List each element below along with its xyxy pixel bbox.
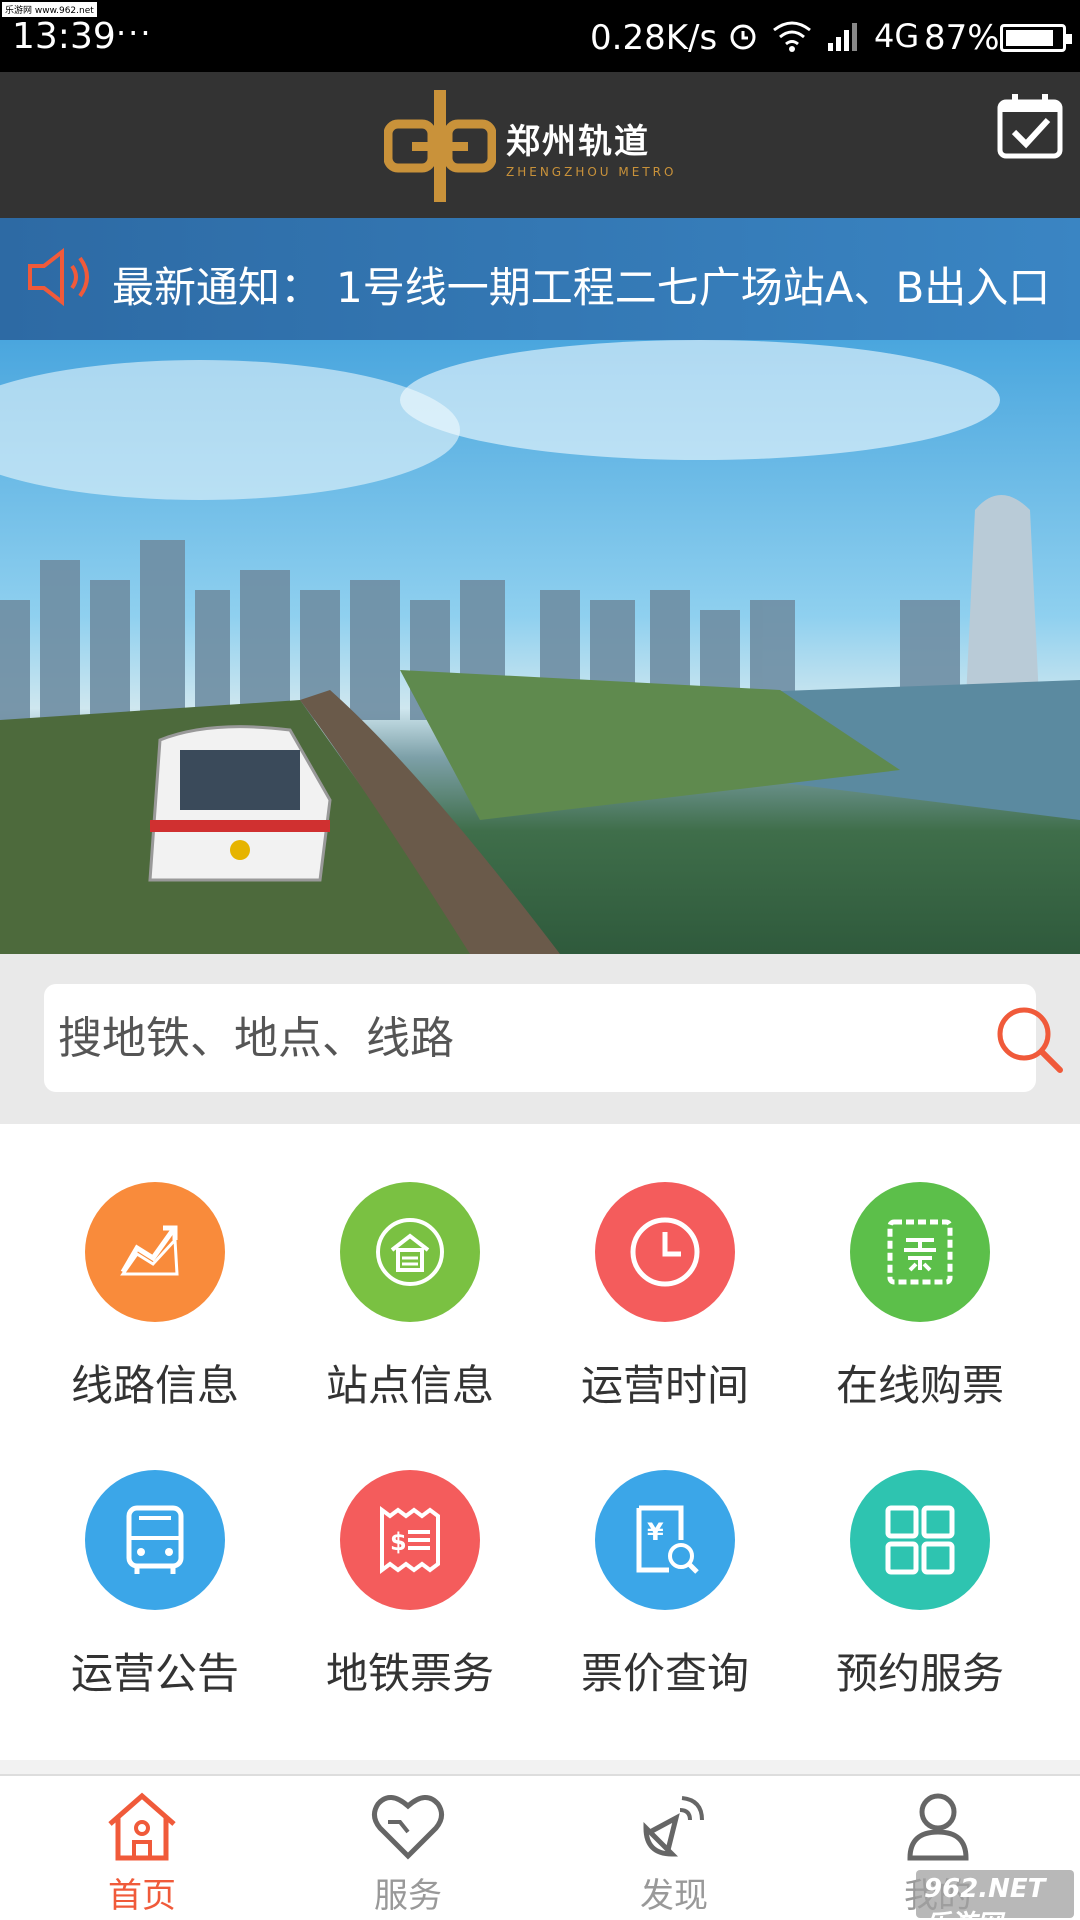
grid-item-label: 票价查询 — [580, 1649, 749, 1698]
grid-item-circle: ¥ — [595, 1470, 735, 1610]
notice-bar[interactable]: 最新通知： 1号线一期工程二七广场站A、B出入口 — [0, 218, 1080, 340]
grid-item-buy-ticket[interactable]: 在线购票 — [795, 1182, 1045, 1442]
search-box[interactable] — [44, 984, 1063, 1092]
speaker-icon — [28, 247, 89, 307]
satellite-icon — [643, 1796, 704, 1857]
search-input[interactable] — [58, 1002, 938, 1074]
nav-label: 服务 — [374, 1876, 442, 1916]
status-bar: 乐游网 www.962.net 13:39 ··· 0.28K/s 4G 87% — [0, 0, 1080, 72]
network-speed: 0.28K/s — [590, 18, 718, 58]
grid-item-line-info[interactable]: 线路信息 — [30, 1182, 280, 1442]
price-search-icon: ¥ — [636, 1505, 699, 1574]
svg-text:¥: ¥ — [647, 1518, 664, 1546]
grid-item-circle — [85, 1182, 225, 1322]
grid-item-fare-query[interactable]: ¥ 票价查询 — [540, 1470, 790, 1730]
grid-item-circle — [850, 1470, 990, 1610]
battery-percent: 87% — [924, 18, 1000, 58]
battery-icon — [1000, 24, 1072, 52]
nav-item-discover[interactable]: 发现 — [574, 1782, 774, 1920]
grid-item-label: 运营时间 — [580, 1361, 749, 1410]
grid-item-label: 运营公告 — [70, 1649, 239, 1698]
bus-icon — [126, 1505, 184, 1574]
grid-item-circle: $ — [340, 1470, 480, 1610]
heart-icon — [372, 1795, 444, 1860]
calendar-check-icon[interactable] — [996, 92, 1064, 160]
search-area — [0, 954, 1080, 1124]
search-icon[interactable] — [994, 1004, 1064, 1074]
banner-illustration — [0, 340, 1080, 954]
grid-item-operating-hours[interactable]: 运营时间 — [540, 1182, 790, 1442]
grid-item-announcements[interactable]: 运营公告 — [30, 1470, 280, 1730]
line-chart-icon — [120, 1225, 179, 1276]
receipt-icon: $ — [380, 1506, 440, 1574]
nav-label: 发现 — [640, 1876, 708, 1916]
metro-logo-icon — [384, 90, 496, 202]
grid-item-label: 站点信息 — [325, 1361, 494, 1410]
notice-label: 最新通知： — [112, 263, 323, 312]
grid-apps-icon — [885, 1505, 955, 1575]
watermark-bottom: 962.NET 乐游网 — [916, 1870, 1074, 1920]
hero-banner[interactable] — [0, 340, 1080, 954]
notice-text[interactable]: 1号线一期工程二七广场站A、B出入口 — [336, 254, 1050, 315]
app-logo: 郑州轨道 ZHENGZHOU METRO — [384, 88, 704, 204]
grid-item-label: 地铁票务 — [325, 1649, 494, 1698]
grid-item-label: 线路信息 — [70, 1361, 239, 1410]
grid-item-circle — [85, 1470, 225, 1610]
grid-item-circle — [340, 1182, 480, 1322]
grid-item-station-info[interactable]: 站点信息 — [285, 1182, 535, 1442]
nav-item-home[interactable]: 首页 — [42, 1782, 242, 1920]
logo-title-en: ZHENGZHOU METRO — [506, 164, 677, 179]
grid-item-circle — [595, 1182, 735, 1322]
grid-item-metro-ticketing[interactable]: $ 地铁票务 — [285, 1470, 535, 1730]
more-notifications-icon: ··· — [116, 14, 153, 52]
function-grid: 线路信息 站点信息 运营时间 在线购票 运营公告 $ 地铁票务 ¥ 票价查询 预… — [0, 1124, 1080, 1760]
app-header: 郑州轨道 ZHENGZHOU METRO — [0, 72, 1080, 218]
station-icon — [376, 1218, 444, 1286]
wifi-icon — [773, 21, 811, 52]
grid-item-circle — [850, 1182, 990, 1322]
svg-text:$: $ — [390, 1528, 407, 1556]
alarm-icon — [730, 24, 756, 50]
logo-title-cn: 郑州轨道 — [506, 121, 650, 162]
grid-item-label: 在线购票 — [835, 1361, 1004, 1410]
clock-icon — [630, 1217, 700, 1287]
grid-item-booking-service[interactable]: 预约服务 — [795, 1470, 1045, 1730]
signal-icon — [828, 23, 857, 51]
user-icon — [907, 1793, 969, 1861]
nav-label: 首页 — [108, 1876, 176, 1916]
ticket-icon — [887, 1219, 953, 1285]
watermark-top: 乐游网 www.962.net — [2, 2, 97, 17]
grid-item-label: 预约服务 — [835, 1649, 1004, 1698]
carrier-label: 4G — [874, 17, 920, 55]
home-icon — [108, 1792, 176, 1861]
nav-item-services[interactable]: 服务 — [308, 1782, 508, 1920]
bottom-nav: 首页 服务 发现 我的 962.NET 乐游网 — [0, 1774, 1080, 1920]
status-icons: 4G — [728, 16, 919, 56]
status-time: 13:39 — [12, 16, 116, 57]
